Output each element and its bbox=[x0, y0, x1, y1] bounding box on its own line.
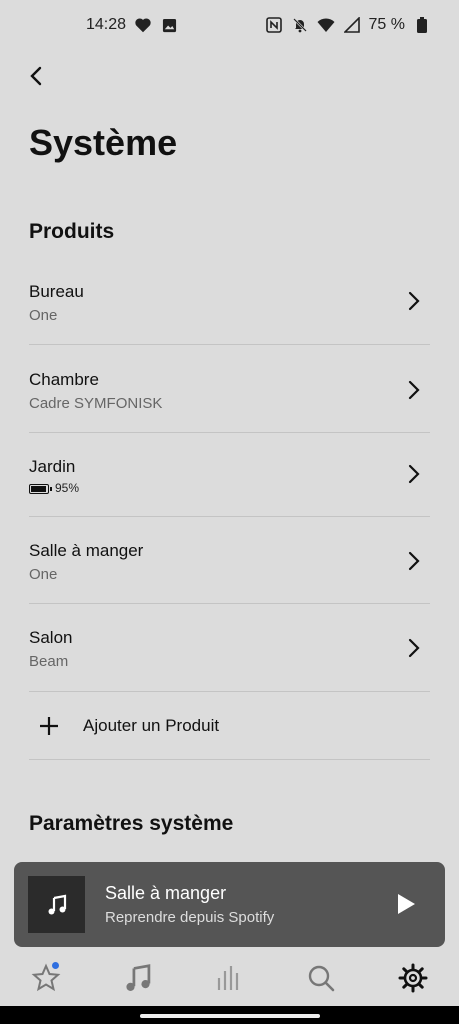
product-model: Cadre SYMFONISK bbox=[29, 395, 163, 412]
album-art bbox=[28, 876, 85, 933]
product-row-jardin[interactable]: Jardin 95% bbox=[29, 433, 430, 517]
gear-icon bbox=[398, 963, 428, 993]
product-model: One bbox=[29, 307, 58, 324]
music-note-icon bbox=[48, 894, 66, 914]
wifi-icon bbox=[317, 16, 335, 34]
nfc-icon bbox=[265, 16, 283, 34]
chevron-right-icon bbox=[408, 638, 420, 658]
tab-music[interactable] bbox=[92, 950, 184, 1006]
search-icon bbox=[309, 965, 335, 992]
product-row-salle-a-manger[interactable]: Salle à manger One bbox=[29, 517, 430, 604]
system-settings-title: Paramètres système bbox=[29, 812, 234, 835]
product-name: Jardin bbox=[29, 457, 76, 476]
play-button[interactable] bbox=[395, 892, 417, 916]
battery-level-text: 95% bbox=[55, 481, 80, 495]
notification-dot bbox=[52, 962, 59, 969]
product-battery: 95% bbox=[29, 481, 79, 495]
add-product-label: Ajouter un Produit bbox=[83, 716, 220, 735]
back-button[interactable] bbox=[22, 62, 50, 90]
battery-percent: 75 % bbox=[368, 16, 405, 33]
music-note-icon bbox=[126, 964, 150, 991]
player-source: Reprendre depuis Spotify bbox=[105, 909, 275, 926]
battery-level-icon bbox=[29, 483, 52, 494]
tab-settings[interactable] bbox=[367, 950, 459, 1006]
mute-bell-icon bbox=[291, 16, 309, 34]
product-name: Chambre bbox=[29, 370, 99, 389]
tab-rooms[interactable] bbox=[184, 950, 276, 1006]
equalizer-icon bbox=[218, 966, 239, 990]
tab-search[interactable] bbox=[275, 950, 367, 1006]
product-model: One bbox=[29, 566, 58, 583]
plus-icon bbox=[40, 717, 58, 735]
tab-favorites[interactable] bbox=[0, 950, 92, 1006]
chevron-right-icon bbox=[408, 551, 420, 571]
home-indicator[interactable] bbox=[140, 1014, 320, 1018]
image-icon bbox=[160, 16, 178, 34]
product-name: Salon bbox=[29, 628, 73, 647]
product-name: Salle à manger bbox=[29, 541, 144, 560]
product-model: Beam bbox=[29, 653, 69, 670]
status-time: 14:28 bbox=[86, 16, 127, 33]
chevron-right-icon bbox=[408, 380, 420, 400]
chevron-right-icon bbox=[408, 464, 420, 484]
player-room-title: Salle à manger bbox=[105, 883, 227, 903]
product-row-chambre[interactable]: Chambre Cadre SYMFONISK bbox=[29, 345, 430, 433]
bottom-navigation bbox=[0, 950, 459, 1006]
status-bar: 14:28 75 % bbox=[0, 0, 459, 50]
page-title: Système bbox=[29, 122, 178, 163]
mini-player[interactable]: Salle à manger Reprendre depuis Spotify bbox=[14, 862, 445, 947]
products-section-title: Produits bbox=[29, 220, 115, 243]
product-row-bureau[interactable]: Bureau One bbox=[29, 264, 430, 345]
signal-icon bbox=[343, 16, 361, 34]
battery-icon bbox=[413, 16, 431, 34]
product-name: Bureau bbox=[29, 282, 84, 301]
chevron-right-icon bbox=[408, 291, 420, 311]
chevron-left-icon bbox=[30, 66, 42, 86]
product-row-salon[interactable]: Salon Beam bbox=[29, 604, 430, 692]
add-product-button[interactable]: Ajouter un Produit bbox=[29, 692, 430, 760]
heart-icon bbox=[134, 16, 152, 34]
products-list: Bureau One Chambre Cadre SYMFONISK Jardi… bbox=[29, 264, 430, 692]
